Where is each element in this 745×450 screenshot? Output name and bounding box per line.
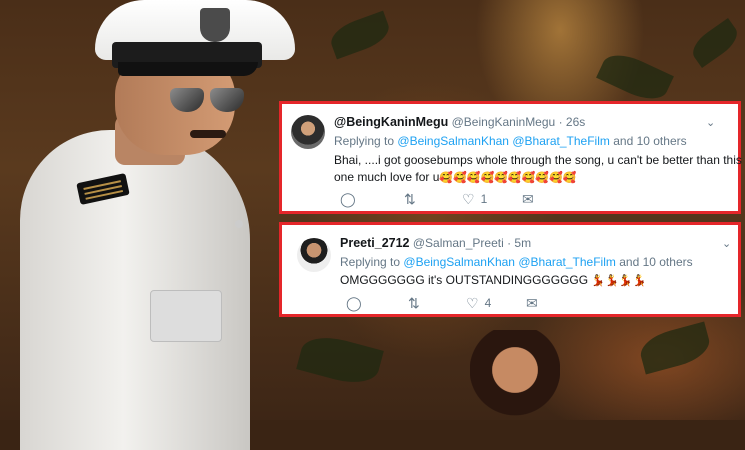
dm-icon: ✉ xyxy=(526,295,538,311)
leaf-decoration xyxy=(326,10,394,60)
mention-link[interactable]: @Bharat_TheFilm xyxy=(518,255,616,269)
dm-icon: ✉ xyxy=(522,191,534,207)
replying-to-label: Replying to xyxy=(340,255,401,269)
retweet-icon: ⇅ xyxy=(404,191,416,207)
background-dancer xyxy=(470,330,560,430)
emoji-sequence: 🥰🥰🥰🥰🥰🥰🥰🥰🥰🥰 xyxy=(439,172,577,184)
leaf-decoration xyxy=(687,18,743,68)
reply-button[interactable]: ◯ xyxy=(340,192,404,206)
leaf-decoration xyxy=(596,46,674,108)
reply-icon: ◯ xyxy=(346,295,362,311)
heart-icon: ♡ xyxy=(462,191,475,207)
others-link[interactable]: and 10 others xyxy=(613,134,686,148)
retweet-button[interactable]: ⇅ xyxy=(408,296,466,310)
mention-link[interactable]: @BeingSalmanKhan xyxy=(403,255,515,269)
tweet-text-line: Bhai, ....i got goosebumps whole through… xyxy=(334,153,742,167)
replying-to-label: Replying to xyxy=(334,134,395,148)
chevron-down-icon[interactable]: ⌄ xyxy=(722,237,731,250)
display-name[interactable]: @BeingKaninMegu xyxy=(334,115,448,129)
heart-icon: ♡ xyxy=(466,295,479,311)
display-name[interactable]: Preeti_2712 xyxy=(340,236,410,250)
cap-visor xyxy=(118,62,258,76)
tweet-card[interactable]: @BeingKaninMegu @BeingKaninMegu · 26s ⌄ … xyxy=(279,101,742,214)
like-count: 1 xyxy=(480,192,488,206)
aviator-sunglasses xyxy=(170,88,245,112)
mention-link[interactable]: @BeingSalmanKhan xyxy=(397,134,509,148)
direct-message-button[interactable]: ✉ xyxy=(526,296,538,310)
like-button[interactable]: ♡ 4 xyxy=(466,296,526,310)
tweet-text-line: OMGGGGGGG it's OUTSTANDINGGGGGGG xyxy=(340,273,589,287)
retweet-button[interactable]: ⇅ xyxy=(404,192,462,206)
shirt-button xyxy=(235,220,243,228)
user-handle[interactable]: @Salman_Preeti xyxy=(413,236,504,250)
user-handle[interactable]: @BeingKaninMegu xyxy=(452,115,556,129)
chevron-down-icon[interactable]: ⌄ xyxy=(706,116,715,129)
tweet-card[interactable]: Preeti_2712 @Salman_Preeti · 5m ⌄ Replyi… xyxy=(279,222,741,317)
like-count: 4 xyxy=(484,296,492,310)
leaf-decoration xyxy=(296,330,384,390)
reply-button[interactable]: ◯ xyxy=(346,296,408,310)
direct-message-button[interactable]: ✉ xyxy=(522,192,534,206)
retweet-icon: ⇅ xyxy=(408,295,420,311)
tweet-text-line: one much love for u xyxy=(334,170,440,184)
shirt-pocket xyxy=(150,290,222,342)
emoji-sequence: 💃💃💃💃 xyxy=(591,275,647,287)
avatar[interactable] xyxy=(291,115,325,149)
leaf-decoration xyxy=(636,321,714,375)
reply-icon: ◯ xyxy=(340,191,356,207)
tweet-time[interactable]: · 26s xyxy=(559,115,586,129)
others-link[interactable]: and 10 others xyxy=(619,255,692,269)
tweet-time[interactable]: · 5m xyxy=(507,236,531,250)
like-button[interactable]: ♡ 1 xyxy=(462,192,522,206)
avatar[interactable] xyxy=(297,238,331,272)
officer-figure xyxy=(0,0,300,450)
mention-link[interactable]: @Bharat_TheFilm xyxy=(512,134,610,148)
cap-badge xyxy=(200,8,230,42)
mustache xyxy=(190,130,226,138)
